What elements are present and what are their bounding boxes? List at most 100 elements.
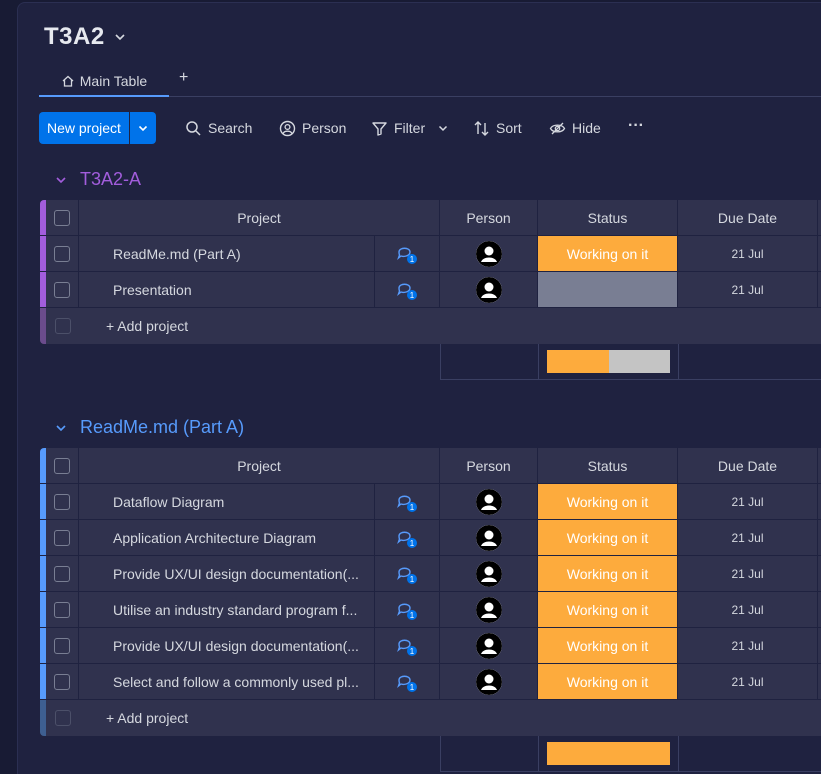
status-cell[interactable]: Working on it [538,556,678,591]
updates-cell[interactable]: 1 [375,556,440,591]
conversation-icon[interactable]: 1 [396,491,418,513]
sort-button[interactable]: Sort [473,112,522,144]
table-row[interactable]: Select and follow a commonly used pl... 1… [40,664,821,700]
due-date-cell[interactable]: 21 Jul [678,272,818,307]
updates-cell[interactable]: 1 [375,520,440,555]
item-name-cell[interactable]: Provide UX/UI design documentation(... [79,556,375,591]
add-item-row[interactable]: + Add project [40,308,821,344]
conversation-icon[interactable]: 1 [396,671,418,693]
table-row[interactable]: Provide UX/UI design documentation(... 1 W… [40,628,821,664]
board-title[interactable]: T3A2 [44,23,105,51]
table-row[interactable]: ReadMe.md (Part A) 1 Working on it 21 Ju… [40,236,821,272]
tab-main-table[interactable]: Main Table [39,67,169,97]
item-name-cell[interactable]: Application Architecture Diagram [79,520,375,555]
item-name[interactable]: Select and follow a commonly used pl... [79,674,359,690]
item-name[interactable]: ReadMe.md (Part A) [79,246,241,262]
updates-cell[interactable]: 1 [375,236,440,271]
due-date-cell[interactable]: 21 Jul [678,236,818,271]
person-cell[interactable] [440,236,538,271]
item-name-cell[interactable]: Dataflow Diagram [79,484,375,519]
row-checkbox[interactable] [54,529,70,546]
collapse-group-icon[interactable] [54,173,68,187]
group-title[interactable]: T3A2-A [80,169,141,190]
row-checkbox[interactable] [54,673,70,690]
conversation-icon[interactable]: 1 [396,279,418,301]
person-cell[interactable] [440,628,538,663]
status-cell[interactable]: Working on it [538,484,678,519]
chevron-down-icon[interactable] [113,30,127,44]
add-project-button[interactable]: + Add project [106,710,188,726]
status-summary-bar[interactable] [547,742,670,765]
select-all-checkbox[interactable] [54,457,70,474]
person-cell[interactable] [440,556,538,591]
conversation-icon[interactable]: 1 [396,599,418,621]
person-cell[interactable] [440,484,538,519]
updates-cell[interactable]: 1 [375,484,440,519]
row-checkbox[interactable] [54,281,70,298]
table-row[interactable]: Utilise an industry standard program f..… [40,592,821,628]
status-cell[interactable]: Working on it [538,628,678,663]
avatar-icon[interactable] [475,276,502,303]
item-name-cell[interactable]: Provide UX/UI design documentation(... [79,628,375,663]
status-cell[interactable]: Working on it [538,236,678,271]
row-checkbox[interactable] [54,493,70,510]
item-name[interactable]: Provide UX/UI design documentation(... [79,566,359,582]
row-checkbox[interactable] [54,245,70,262]
due-date-cell[interactable]: 21 Jul [678,556,818,591]
hide-button[interactable]: Hide [549,112,601,144]
column-header-status[interactable]: Status [538,448,678,483]
column-header-person[interactable]: Person [440,200,538,235]
item-name-cell[interactable]: Presentation [79,272,375,307]
person-filter-button[interactable]: Person [279,112,346,144]
avatar-icon[interactable] [475,524,502,551]
conversation-icon[interactable]: 1 [396,527,418,549]
column-header-due-date[interactable]: Due Date [678,200,818,235]
row-checkbox[interactable] [54,565,70,582]
more-options-button[interactable]: ··· [628,110,644,142]
avatar-icon[interactable] [475,632,502,659]
due-date-cell[interactable]: 21 Jul [678,520,818,555]
status-summary-bar[interactable] [547,350,670,373]
new-project-button[interactable]: New project [39,112,129,144]
column-header-project[interactable]: Project [79,200,440,235]
person-cell[interactable] [440,272,538,307]
due-date-cell[interactable]: 21 Jul [678,484,818,519]
updates-cell[interactable]: 1 [375,592,440,627]
item-name[interactable]: Utilise an industry standard program f..… [79,602,357,618]
table-row[interactable]: Dataflow Diagram 1 Working on it 21 Jul [40,484,821,520]
group-title[interactable]: ReadMe.md (Part A) [80,417,244,438]
collapse-group-icon[interactable] [54,421,68,435]
person-cell[interactable] [440,520,538,555]
conversation-icon[interactable]: 1 [396,243,418,265]
column-header-status[interactable]: Status [538,200,678,235]
search-button[interactable]: Search [185,112,252,144]
updates-cell[interactable]: 1 [375,628,440,663]
column-header-person[interactable]: Person [440,448,538,483]
conversation-icon[interactable]: 1 [396,563,418,585]
filter-button[interactable]: Filter [371,112,449,144]
add-project-button[interactable]: + Add project [106,318,188,334]
select-all-checkbox[interactable] [54,209,70,226]
updates-cell[interactable]: 1 [375,272,440,307]
conversation-icon[interactable]: 1 [396,635,418,657]
due-date-cell[interactable]: 21 Jul [678,592,818,627]
person-cell[interactable] [440,664,538,699]
column-header-due-date[interactable]: Due Date [678,448,818,483]
person-cell[interactable] [440,592,538,627]
item-name-cell[interactable]: Select and follow a commonly used pl... [79,664,375,699]
table-row[interactable]: Presentation 1 21 Jul [40,272,821,308]
summary-segment-working[interactable] [547,742,670,765]
item-name-cell[interactable]: Utilise an industry standard program f..… [79,592,375,627]
item-name[interactable]: Presentation [79,282,192,298]
item-name[interactable]: Application Architecture Diagram [79,530,316,546]
table-row[interactable]: Application Architecture Diagram 1 Working… [40,520,821,556]
status-cell[interactable]: Working on it [538,592,678,627]
add-item-row[interactable]: + Add project [40,700,821,736]
item-name-cell[interactable]: ReadMe.md (Part A) [79,236,375,271]
table-row[interactable]: Provide UX/UI design documentation(... 1 W… [40,556,821,592]
item-name[interactable]: Dataflow Diagram [79,494,224,510]
row-checkbox[interactable] [54,601,70,618]
summary-segment-empty[interactable] [608,350,670,373]
column-header-project[interactable]: Project [79,448,440,483]
due-date-cell[interactable]: 21 Jul [678,628,818,663]
